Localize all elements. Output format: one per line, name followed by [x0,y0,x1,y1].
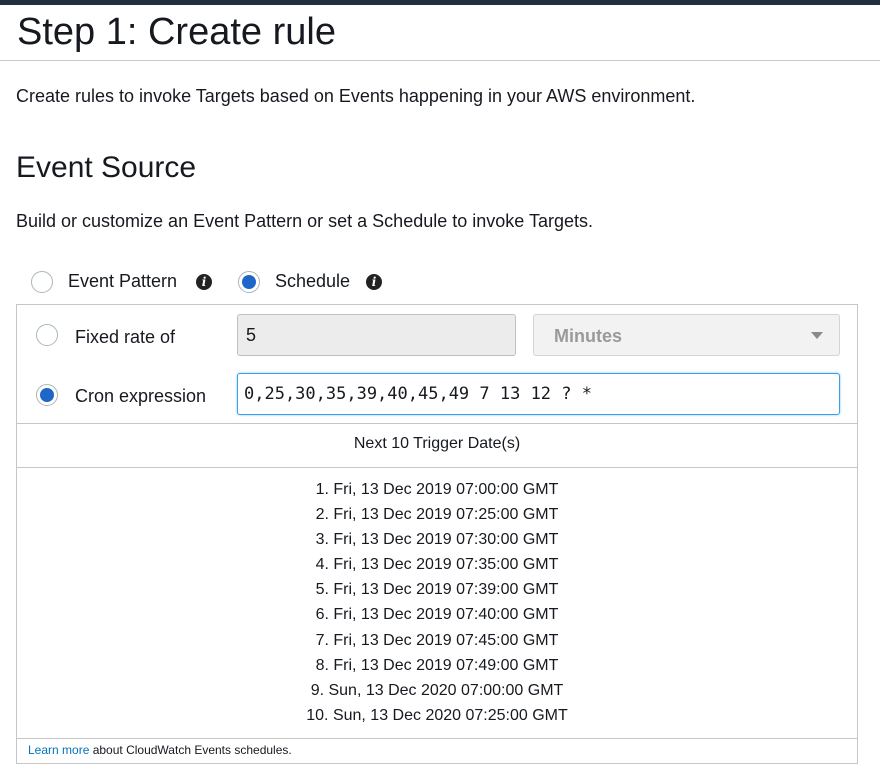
title-divider [0,60,880,61]
cron-expression-radio[interactable] [36,384,58,406]
fixed-rate-label[interactable]: Fixed rate of [75,326,175,348]
footnote-text: about CloudWatch Events schedules. [89,743,292,757]
trigger-date-item: 5. Fri, 13 Dec 2019 07:39:00 GMT [315,581,559,599]
fixed-rate-radio[interactable] [36,324,58,346]
schedule-footnote: Learn more about CloudWatch Events sched… [28,742,292,758]
trigger-date-item: 2. Fri, 13 Dec 2019 07:25:00 GMT [315,506,559,524]
fixed-rate-input[interactable] [237,314,516,356]
info-icon[interactable]: i [196,274,212,290]
trigger-date-item: 6. Fri, 13 Dec 2019 07:40:00 GMT [315,606,559,624]
schedule-radio[interactable] [238,271,260,293]
page-title: Step 1: Create rule [17,11,336,53]
chevron-down-icon [811,332,823,339]
rate-unit-select[interactable]: Minutes [533,314,840,356]
panel-divider [16,467,858,468]
trigger-date-item: 7. Fri, 13 Dec 2019 07:45:00 GMT [315,631,559,649]
rate-unit-value: Minutes [554,326,623,346]
trigger-date-item: 4. Fri, 13 Dec 2019 07:35:00 GMT [315,556,559,574]
trigger-date-item: 8. Fri, 13 Dec 2019 07:49:00 GMT [315,656,559,674]
event-source-description: Build or customize an Event Pattern or s… [16,211,593,231]
page-description: Create rules to invoke Targets based on … [16,86,696,106]
cron-expression-label[interactable]: Cron expression [75,385,206,407]
trigger-dates-list: 1. Fri, 13 Dec 2019 07:00:00 GMT 2. Fri,… [16,479,858,730]
learn-more-link[interactable]: Learn more [28,743,89,757]
top-navigation-strip [0,0,880,5]
panel-divider [16,738,858,739]
event-pattern-radio[interactable] [31,271,53,293]
trigger-date-item: 1. Fri, 13 Dec 2019 07:00:00 GMT [315,481,559,498]
trigger-date-item: 9. Sun, 13 Dec 2020 07:00:00 GMT [310,681,564,699]
info-icon[interactable]: i [366,274,382,290]
trigger-date-item: 10. Sun, 13 Dec 2020 07:25:00 GMT [306,706,568,724]
panel-divider [16,423,858,424]
event-pattern-label[interactable]: Event Pattern [68,270,177,292]
event-source-title: Event Source [16,151,197,184]
schedule-label[interactable]: Schedule [275,270,350,292]
trigger-dates-header: Next 10 Trigger Date(s) [353,435,521,452]
cron-expression-input[interactable] [237,373,840,415]
trigger-date-item: 3. Fri, 13 Dec 2019 07:30:00 GMT [315,531,559,549]
